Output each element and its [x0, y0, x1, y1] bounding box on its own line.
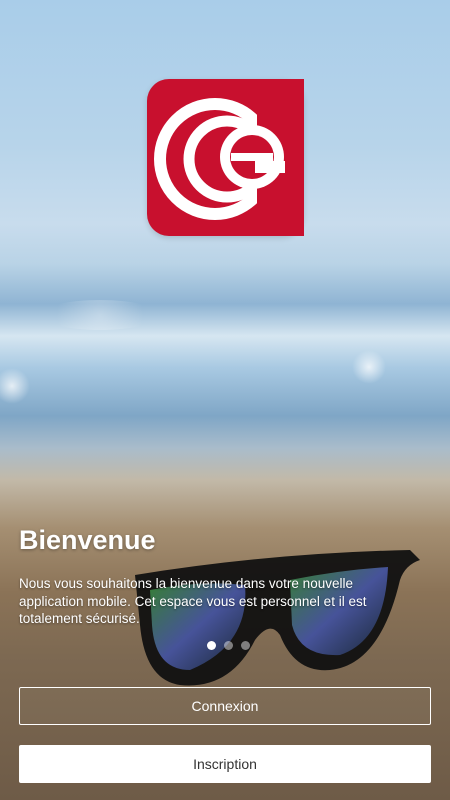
signup-button-label: Inscription: [193, 756, 257, 772]
carousel-dot-2[interactable]: [224, 641, 233, 650]
welcome-title: Bienvenue: [19, 525, 156, 555]
signup-button[interactable]: Inscription: [19, 745, 431, 783]
login-button[interactable]: Connexion: [19, 687, 431, 725]
welcome-description: Nous vous souhaitons la bienvenue dans v…: [19, 576, 367, 626]
carousel-dot-3[interactable]: [241, 641, 250, 650]
carousel-dot-1[interactable]: [207, 641, 216, 650]
background-bokeh: [40, 300, 160, 330]
app-logo: [147, 79, 317, 236]
login-button-label: Connexion: [191, 698, 259, 714]
background-bokeh: [352, 350, 386, 384]
ce-logo-icon: [154, 79, 317, 236]
carousel-indicator: [207, 641, 250, 650]
